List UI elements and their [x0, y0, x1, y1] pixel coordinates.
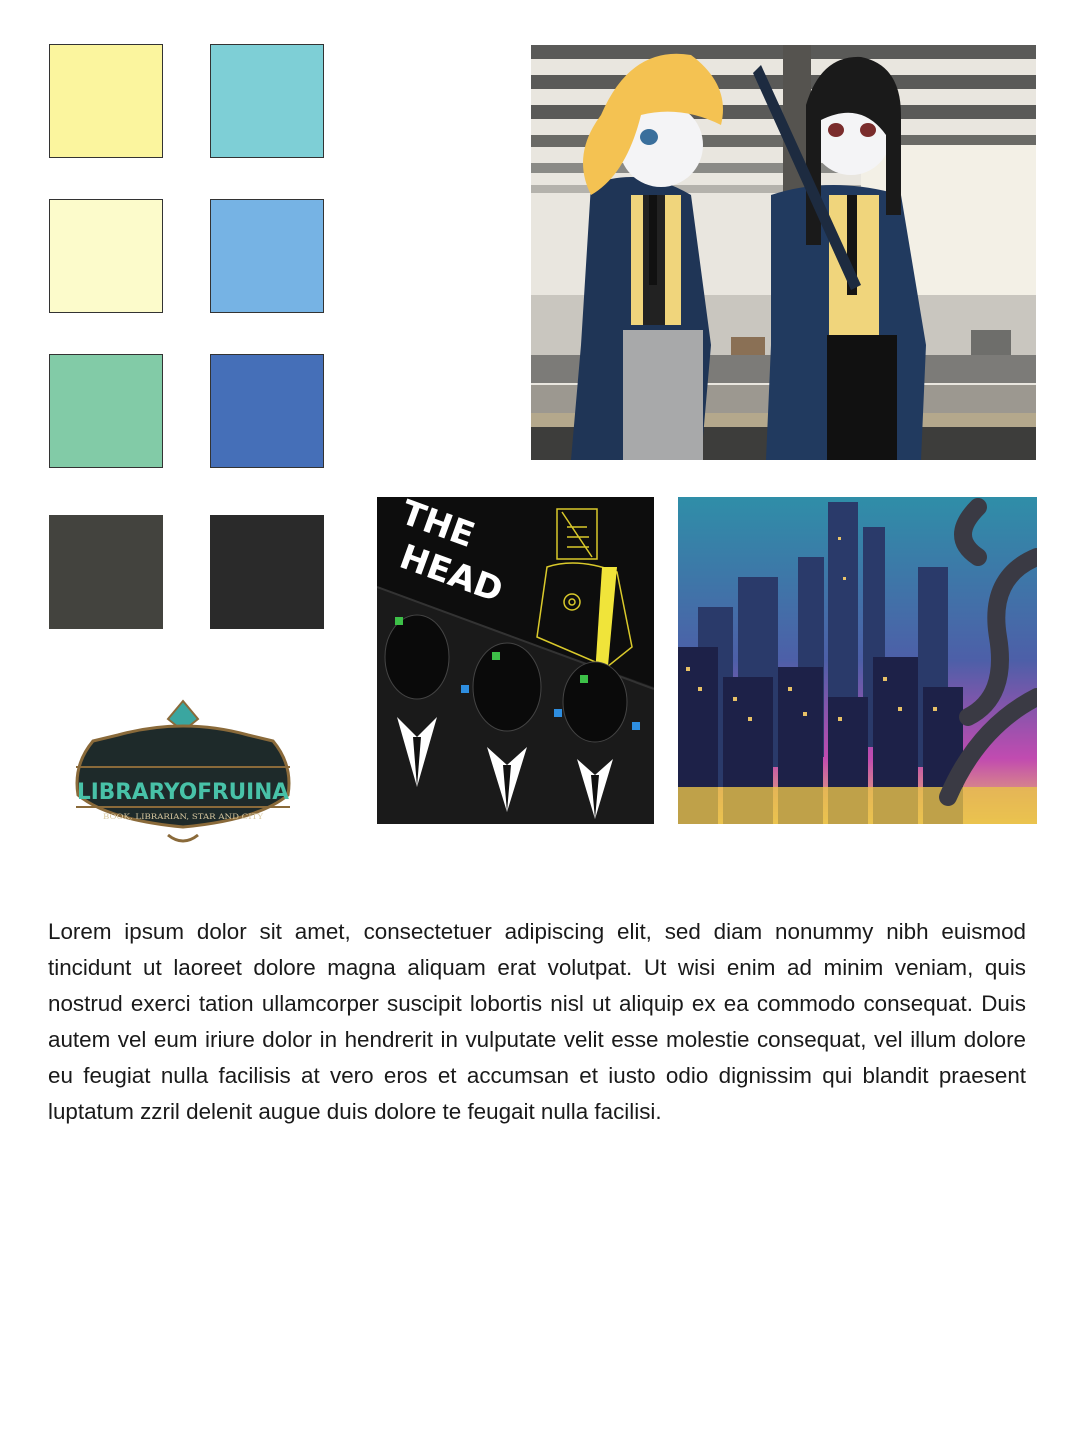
neon-city-painting — [678, 497, 1037, 824]
logo-wordmark: LIBRARYOFRUINA — [77, 780, 289, 805]
color-swatch-royal-blue — [210, 354, 324, 468]
character-illustration — [531, 45, 1036, 460]
the-head-poster: THE HEAD — [377, 497, 654, 824]
color-swatch-sky-blue — [210, 199, 324, 313]
color-swatch-aqua — [210, 44, 324, 158]
color-swatch-pale-yellow — [49, 44, 163, 158]
color-swatch-near-black — [210, 515, 324, 629]
color-swatch-charcoal — [49, 515, 163, 629]
body-paragraph: Lorem ipsum dolor sit amet, consectetuer… — [48, 919, 1026, 1124]
library-of-ruina-logo: LIBRARYOFRUINA BOOK, LIBRARIAN, STAR AND… — [58, 695, 308, 855]
color-swatch-mint-green — [49, 354, 163, 468]
color-swatch-cream — [49, 199, 163, 313]
logo-tagline: BOOK, LIBRARIAN, STAR AND CITY — [103, 813, 263, 821]
